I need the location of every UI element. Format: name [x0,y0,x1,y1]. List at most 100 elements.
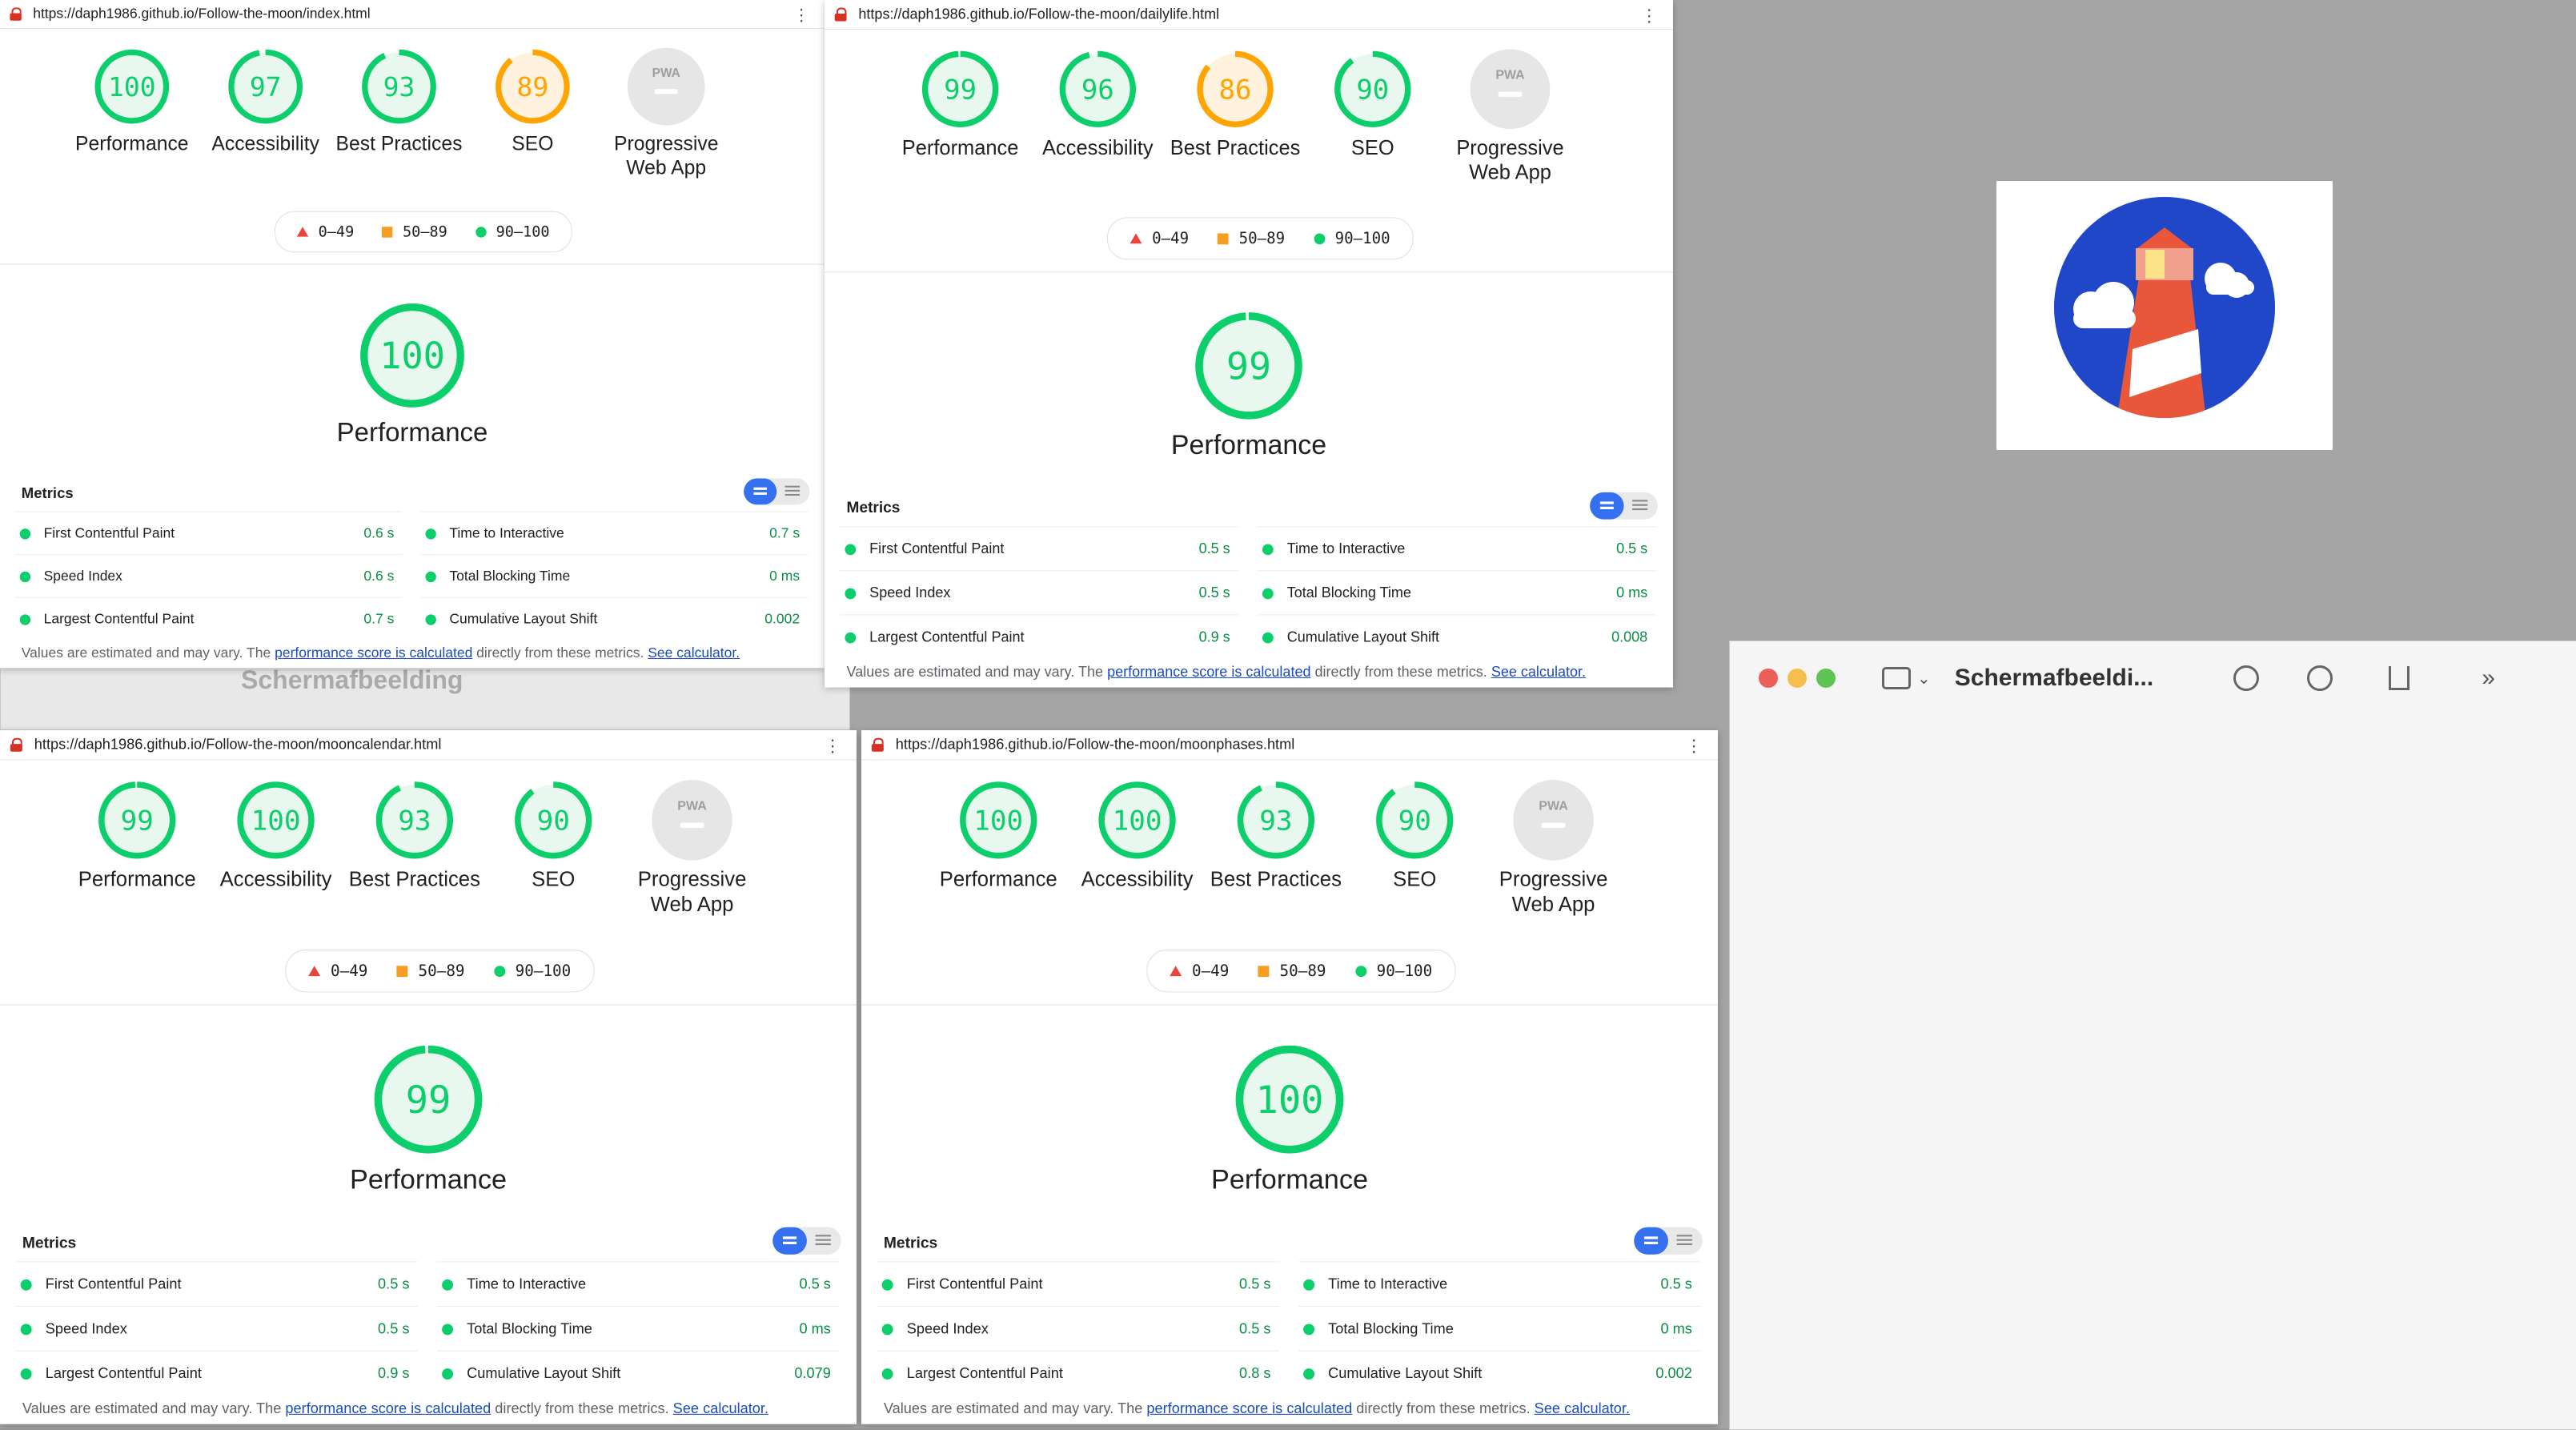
sidebar-icon[interactable] [1882,667,1911,689]
gauge-accessibility[interactable]: 96 Accessibility [1021,49,1174,160]
seo-score-gauge[interactable]: 90 [1333,49,1413,129]
url-bar[interactable]: https://daph1986.github.io/Follow-the-mo… [0,730,857,761]
share-icon[interactable] [2389,666,2410,690]
performance-score-link[interactable]: performance score is calculated [1107,664,1310,680]
gauge-pwa[interactable]: PWA ProgressiveWeb App [592,47,740,180]
pwa-dash [654,89,678,94]
gauge-seo[interactable]: 90 SEO [1338,780,1492,892]
best-practices-score-gauge[interactable]: 93 [375,780,455,861]
best-practices-score-gauge[interactable]: 86 [1195,49,1275,129]
score-value: 90 [537,805,570,838]
url-bar[interactable]: https://daph1986.github.io/Follow-the-mo… [861,730,1718,761]
best-practices-score-gauge[interactable]: 93 [360,48,438,126]
calculator-link[interactable]: See calculator. [1535,1400,1630,1416]
gauge-best-practices[interactable]: 86 Best Practices [1159,49,1312,160]
gauge-seo[interactable]: 90 SEO [476,780,631,892]
toggle-compact-view[interactable] [1634,1227,1668,1255]
url-bar[interactable]: https://daph1986.github.io/Follow-the-mo… [0,0,825,30]
performance-score-gauge[interactable]: 100 [958,780,1039,861]
page-url[interactable]: https://daph1986.github.io/Follow-the-mo… [858,6,1219,22]
gauge-accessibility[interactable]: 100 Accessibility [199,780,353,892]
gauge-seo[interactable]: 90 SEO [1296,49,1449,160]
more-tools-icon[interactable]: » [2482,665,2495,692]
performance-main-gauge[interactable]: 100 [359,302,466,409]
performance-score-link[interactable]: performance score is calculated [1146,1400,1352,1416]
toggle-expanded-view[interactable] [1668,1227,1703,1255]
gauge-best-practices[interactable]: 93 Best Practices [338,780,492,892]
performance-title: Performance [349,1163,508,1195]
calculator-link[interactable]: See calculator. [1491,664,1586,680]
performance-score-gauge[interactable]: 99 [97,780,178,861]
metric-cls: Cumulative Layout Shift 0.002 [1298,1350,1701,1396]
metric-cls: Cumulative Layout Shift 0.002 [420,597,809,641]
category-gauges: 99 Performance 100 Accessibility 93 Best Prac… [0,780,857,934]
performance-score-gauge[interactable]: 100 [93,48,171,126]
url-bar[interactable]: https://daph1986.github.io/Follow-the-mo… [825,0,1673,30]
toggle-compact-view[interactable] [1590,492,1624,520]
metrics-view-toggle[interactable] [772,1227,841,1255]
accessibility-score-gauge[interactable]: 96 [1058,49,1138,129]
toggle-compact-view[interactable] [772,1227,807,1255]
gauge-seo[interactable]: 89 SEO [459,48,607,156]
performance-main-gauge[interactable]: 99 [372,1044,484,1155]
metrics-view-toggle[interactable] [744,478,810,505]
best-practices-score-gauge[interactable]: 93 [1236,780,1317,861]
more-icon[interactable]: ⋮ [793,5,810,26]
more-icon[interactable]: ⋮ [1685,735,1702,757]
toggle-expanded-view[interactable] [807,1227,841,1255]
performance-score-link[interactable]: performance score is calculated [285,1400,491,1416]
gauge-accessibility[interactable]: 100 Accessibility [1060,780,1214,892]
gauge-performance[interactable]: 100 Performance [58,48,206,156]
gauge-pwa[interactable]: PWA ProgressiveWeb App [615,780,769,917]
score-legend: 0–49 50–89 90–100 [285,949,595,993]
gauge-best-practices[interactable]: 93 Best Practices [1199,780,1354,892]
seo-score-gauge[interactable]: 90 [1374,780,1455,861]
legend-fail-icon [1130,233,1142,244]
toggle-expanded-view[interactable] [776,478,809,504]
zoom-out-icon[interactable] [2233,665,2260,691]
calculator-link[interactable]: See calculator. [648,645,740,661]
metric-value: 0.5 s [1198,584,1230,601]
accessibility-score-gauge[interactable]: 97 [227,48,304,126]
chevron-down-icon[interactable]: ⌄ [1917,669,1931,689]
section-divider [861,1004,1718,1006]
legend-pass: 90–100 [1314,230,1390,247]
zoom-window-button[interactable] [1816,669,1836,688]
gauge-pwa[interactable]: PWA ProgressiveWeb App [1434,49,1587,185]
performance-main-gauge[interactable]: 99 [1194,311,1304,421]
performance-score-gauge[interactable]: 99 [921,49,1001,129]
toggle-expanded-view[interactable] [1624,492,1658,520]
pwa-badge-text: PWA [1539,798,1568,813]
gauge-accessibility[interactable]: 97 Accessibility [191,48,339,156]
seo-score-gauge[interactable]: 89 [494,48,572,126]
page-url[interactable]: https://daph1986.github.io/Follow-the-mo… [33,6,370,22]
metrics-view-toggle[interactable] [1634,1227,1703,1255]
performance-score-link[interactable]: performance score is calculated [275,645,472,661]
seo-score-gauge[interactable]: 90 [513,780,594,861]
page-url[interactable]: https://daph1986.github.io/Follow-the-mo… [896,736,1295,753]
accessibility-score-gauge[interactable]: 100 [235,780,316,861]
more-icon[interactable]: ⋮ [1641,5,1658,26]
gauge-performance[interactable]: 100 Performance [921,780,1076,892]
gauge-best-practices[interactable]: 93 Best Practices [325,48,473,156]
minimize-window-button[interactable] [1788,669,1807,688]
gauge-performance[interactable]: 99 Performance [60,780,215,892]
score-value: 86 [1219,74,1252,106]
accessibility-score-gauge[interactable]: 100 [1097,780,1178,861]
metrics-view-toggle[interactable] [1590,492,1658,520]
metric-name: Speed Index [43,568,122,584]
page-url[interactable]: https://daph1986.github.io/Follow-the-mo… [34,736,442,753]
gauge-performance[interactable]: 99 Performance [884,49,1037,160]
metric-si: Speed Index 0.5 s [877,1306,1280,1352]
more-icon[interactable]: ⋮ [824,735,841,757]
zoom-in-icon[interactable] [2307,665,2333,691]
gauge-pwa[interactable]: PWA ProgressiveWeb App [1476,780,1631,917]
performance-summary: 99 Performance [0,1044,857,1195]
metric-value: 0.5 s [378,1320,410,1337]
metric-name: Time to Interactive [1328,1275,1448,1292]
performance-main-gauge[interactable]: 100 [1234,1044,1345,1155]
close-window-button[interactable] [1759,669,1778,688]
toggle-compact-view[interactable] [744,478,777,505]
calculator-link[interactable]: See calculator. [673,1400,768,1416]
metrics-heading: Metrics [883,1234,938,1251]
